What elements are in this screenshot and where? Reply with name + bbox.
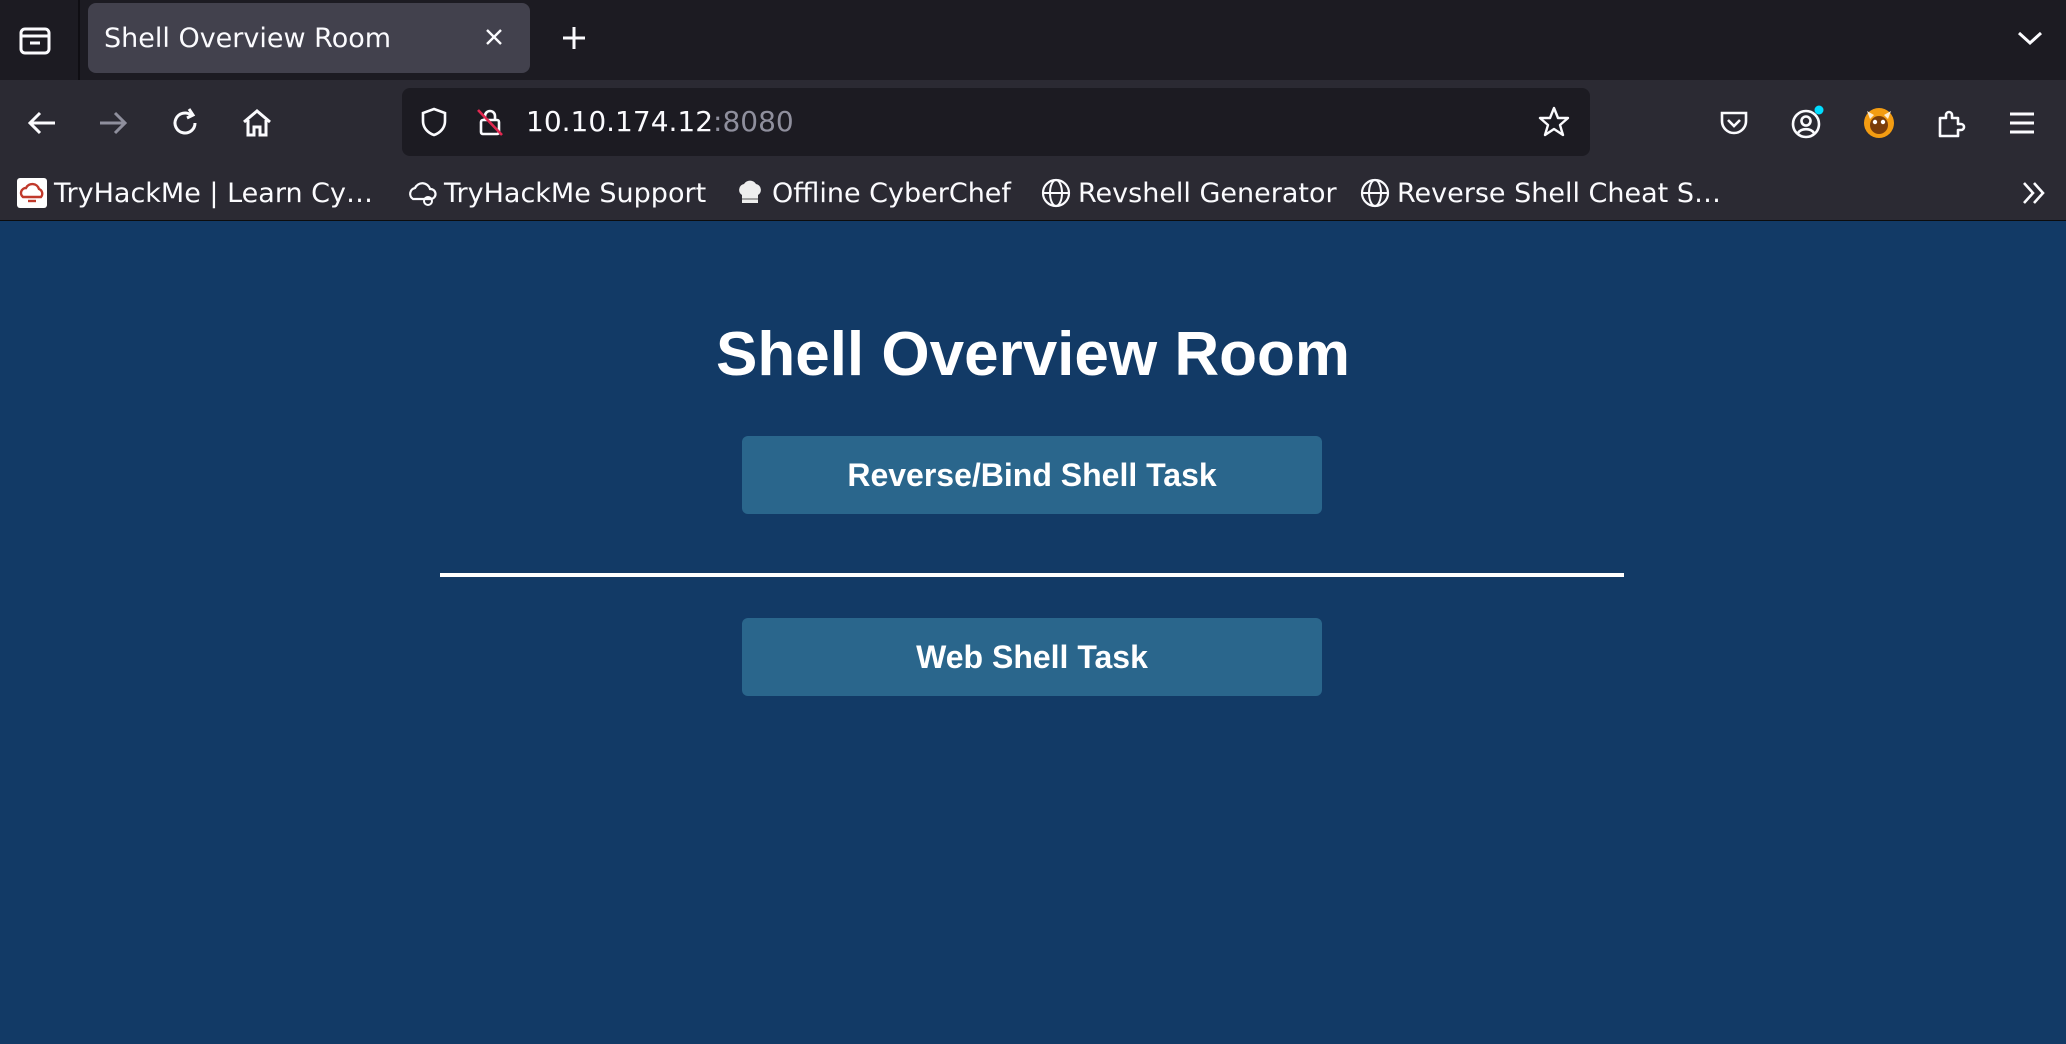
bookmark-label: TryHackMe Support <box>444 177 707 209</box>
navigation-toolbar: 10.10.174.12:8080 <box>0 80 2066 165</box>
chevron-double-right-icon <box>2023 182 2045 204</box>
divider <box>440 573 1624 577</box>
plus-icon <box>563 27 585 49</box>
app-menu-button[interactable] <box>1997 98 2047 148</box>
account-button[interactable] <box>1782 98 1832 148</box>
chef-hat-icon <box>734 177 766 209</box>
page-content: Shell Overview Room Reverse/Bind Shell T… <box>0 221 2066 1044</box>
arrow-left-icon <box>27 111 55 135</box>
home-button[interactable] <box>232 98 282 148</box>
tab-close-button[interactable] <box>476 19 512 55</box>
pocket-icon <box>1720 111 1748 135</box>
web-shell-task-button[interactable]: Web Shell Task <box>742 618 1322 696</box>
home-icon <box>243 109 271 137</box>
hamburger-menu-icon <box>2010 112 2034 134</box>
account-icon <box>1791 105 1824 139</box>
bookmark-reverse-shell-cheat-sheet[interactable]: Reverse Shell Cheat S… <box>1359 171 1721 215</box>
address-bar[interactable]: 10.10.174.12:8080 <box>402 88 1590 156</box>
bookmark-tryhackme-support[interactable]: TryHackMe Support <box>406 171 706 215</box>
bookmark-label: Reverse Shell Cheat S… <box>1397 177 1721 209</box>
reload-icon <box>173 108 197 135</box>
url-host: 10.10.174.12 <box>526 105 714 138</box>
url-text[interactable]: 10.10.174.12:8080 <box>526 88 794 156</box>
insecure-lock-icon[interactable] <box>472 104 508 140</box>
globe-icon <box>1359 177 1391 209</box>
chevron-down-icon <box>2017 31 2043 46</box>
tryhackme-icon <box>16 177 48 209</box>
tab-strip: Shell Overview Room <box>0 0 2066 80</box>
page-title: Shell Overview Room <box>716 320 1350 389</box>
arrow-right-icon <box>100 111 128 135</box>
bookmark-tryhackme[interactable]: TryHackMe | Learn Cy… <box>16 171 373 215</box>
close-icon <box>486 29 502 45</box>
bookmarks-toolbar: TryHackMe | Learn Cy… TryHackMe Support … <box>0 165 2066 221</box>
firefox-view-icon <box>19 27 51 55</box>
bookmark-label: TryHackMe | Learn Cy… <box>54 177 373 209</box>
more-bookmarks-button[interactable] <box>2016 175 2052 211</box>
back-button[interactable] <box>17 98 67 148</box>
active-tab[interactable]: Shell Overview Room <box>88 3 530 73</box>
tracking-protection-shield-icon[interactable] <box>416 104 452 140</box>
globe-icon <box>1040 177 1072 209</box>
star-icon <box>1538 106 1570 137</box>
extensions-button[interactable] <box>1926 98 1976 148</box>
bookmark-label: Revshell Generator <box>1078 177 1337 209</box>
reverse-bind-shell-task-button[interactable]: Reverse/Bind Shell Task <box>742 436 1322 514</box>
bookmark-revshell-generator[interactable]: Revshell Generator <box>1040 171 1337 215</box>
bookmark-offline-cyberchef[interactable]: Offline CyberChef <box>734 171 1011 215</box>
forward-button[interactable] <box>88 98 138 148</box>
bookmark-star-button[interactable] <box>1534 102 1574 142</box>
url-port: :8080 <box>713 105 794 138</box>
pocket-button[interactable] <box>1709 98 1759 148</box>
bookmark-label: Offline CyberChef <box>772 177 1011 209</box>
new-tab-button[interactable] <box>554 18 594 58</box>
tab-title: Shell Overview Room <box>104 22 392 54</box>
list-all-tabs-button[interactable] <box>2010 18 2050 58</box>
extension-button[interactable] <box>1854 98 1904 148</box>
firefox-view-button[interactable] <box>0 0 80 80</box>
puzzle-icon <box>1938 110 1966 138</box>
cloud-icon <box>406 177 438 209</box>
reload-button[interactable] <box>160 98 210 148</box>
foxyproxy-extension-icon <box>1864 108 1894 138</box>
